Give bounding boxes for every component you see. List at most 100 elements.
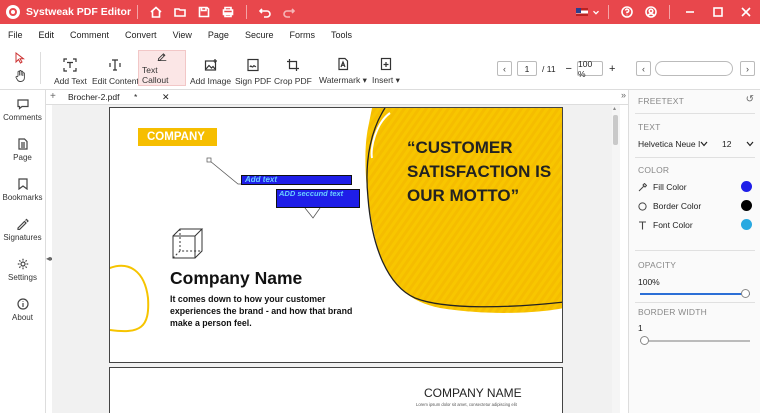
- menu-tools[interactable]: Tools: [323, 30, 360, 40]
- language-flag-icon[interactable]: [576, 8, 588, 16]
- font-size-select[interactable]: 12: [722, 139, 754, 149]
- font-family-select[interactable]: Helvetica Neue I: [638, 139, 708, 149]
- home-icon[interactable]: [145, 0, 167, 24]
- save-icon[interactable]: [193, 0, 215, 24]
- border-color-swatch[interactable]: [741, 200, 752, 211]
- open-folder-icon[interactable]: [169, 0, 191, 24]
- zoom-input[interactable]: 100 %: [576, 59, 603, 79]
- tagline-line: experiences the brand - and how that bra…: [170, 306, 353, 316]
- chevron-down-icon: [700, 141, 708, 147]
- menu-bar: File Edit Comment Convert View Page Secu…: [0, 24, 760, 46]
- callout-leader-1: [209, 160, 243, 185]
- scrollbar-thumb[interactable]: [613, 115, 618, 145]
- menu-secure[interactable]: Secure: [237, 30, 282, 40]
- border-width-slider[interactable]: [640, 336, 750, 345]
- add-text-button[interactable]: Add Text: [51, 50, 90, 86]
- menu-page[interactable]: Page: [200, 30, 237, 40]
- menu-convert[interactable]: Convert: [117, 30, 165, 40]
- title-divider: [137, 5, 139, 19]
- print-icon[interactable]: [217, 0, 239, 24]
- document-tab[interactable]: Brocher-2.pdf * ✕: [62, 90, 192, 105]
- signature-icon: [16, 218, 29, 230]
- help-icon[interactable]: [616, 0, 638, 24]
- sidebar-label: Settings: [8, 273, 37, 282]
- border-width-value: 1: [638, 323, 643, 333]
- maximize-icon[interactable]: [705, 0, 731, 24]
- paint-brush-icon: [638, 182, 647, 191]
- hand-tool-icon[interactable]: [11, 67, 29, 85]
- undo-icon[interactable]: [254, 0, 276, 24]
- close-icon[interactable]: [733, 0, 759, 24]
- page-number-input[interactable]: 1: [517, 61, 537, 76]
- page2-title[interactable]: COMPANY NAME: [424, 386, 522, 400]
- company-tag[interactable]: COMPANY: [138, 128, 217, 146]
- border-width-slider-knob[interactable]: [640, 336, 649, 345]
- font-color-row[interactable]: Font Color: [638, 220, 693, 230]
- collapse-panel-icon[interactable]: »: [621, 90, 626, 100]
- sidebar-item-settings[interactable]: Settings: [0, 250, 45, 290]
- add-image-button[interactable]: Add Image: [187, 50, 234, 86]
- scroll-up-icon[interactable]: ▴: [613, 105, 616, 112]
- watermark-button[interactable]: Watermark ▾: [316, 50, 370, 86]
- sidebar-item-page[interactable]: Page: [0, 130, 45, 170]
- sign-pdf-button[interactable]: Sign PDF: [232, 50, 274, 86]
- text-callout-button[interactable]: Text Callout: [138, 50, 186, 86]
- tab-close-icon[interactable]: ✕: [162, 90, 170, 105]
- font-color-swatch[interactable]: [741, 219, 752, 230]
- sign-pdf-label: Sign PDF: [235, 76, 272, 86]
- opacity-slider-knob[interactable]: [741, 289, 750, 298]
- border-width-section-header: BORDER WIDTH: [638, 307, 707, 317]
- search-next-icon[interactable]: ›: [740, 61, 755, 76]
- pdf-page[interactable]: COMPANY Add text ADD seccund text “CUSTO…: [109, 107, 563, 363]
- sidebar-label: Comments: [3, 113, 42, 122]
- reset-icon[interactable]: ↺: [746, 94, 754, 105]
- zoom-out-icon[interactable]: −: [566, 63, 572, 75]
- fill-color-row[interactable]: Fill Color: [638, 182, 687, 192]
- edit-content-label: Edit Content: [92, 76, 139, 86]
- text-callout-2[interactable]: ADD seccund text: [276, 189, 360, 208]
- cube-icon: [172, 228, 204, 259]
- search-prev-icon[interactable]: ‹: [636, 61, 651, 76]
- insert-button[interactable]: Insert ▾: [369, 50, 403, 86]
- menu-comment[interactable]: Comment: [62, 30, 117, 40]
- callout-handle[interactable]: [206, 157, 212, 163]
- fill-color-swatch[interactable]: [741, 181, 752, 192]
- account-icon[interactable]: [640, 0, 662, 24]
- panel-divider: [635, 113, 755, 114]
- slogan-text[interactable]: “CUSTOMER SATISFACTION IS OUR MOTTO”: [407, 136, 551, 208]
- tagline-text[interactable]: It comes down to how your customer exper…: [170, 293, 352, 329]
- sidebar-label: Signatures: [3, 233, 42, 242]
- menu-edit[interactable]: Edit: [31, 30, 63, 40]
- vertical-scrollbar[interactable]: ▴: [612, 105, 620, 413]
- document-viewer[interactable]: COMPANY Add text ADD seccund text “CUSTO…: [52, 105, 620, 413]
- sidebar-item-comments[interactable]: Comments: [0, 90, 45, 130]
- sidebar-item-about[interactable]: About: [0, 290, 45, 330]
- minimize-icon[interactable]: [677, 0, 703, 24]
- left-sidebar: Comments Page Bookmarks Signatures Setti…: [0, 90, 46, 413]
- sidebar-label: About: [12, 313, 33, 322]
- opacity-section-header: OPACITY: [638, 260, 677, 270]
- sidebar-item-bookmarks[interactable]: Bookmarks: [0, 170, 45, 210]
- app-logo-icon: [6, 5, 20, 19]
- search-input[interactable]: [655, 61, 733, 76]
- menu-view[interactable]: View: [165, 30, 200, 40]
- sidebar-item-signatures[interactable]: Signatures: [0, 210, 45, 250]
- circle-outline-icon: [638, 201, 647, 211]
- crop-pdf-button[interactable]: Crop PDF: [271, 50, 315, 86]
- company-name-heading[interactable]: Company Name: [170, 268, 302, 289]
- menu-forms[interactable]: Forms: [281, 30, 323, 40]
- pdf-page[interactable]: COMPANY NAME Lorem ipsum dolor sit amet,…: [109, 367, 563, 413]
- menu-file[interactable]: File: [0, 30, 31, 40]
- text-callout-1[interactable]: Add text: [241, 175, 352, 185]
- sidebar-label: Page: [13, 153, 32, 162]
- edit-content-button[interactable]: Edit Content: [89, 50, 142, 86]
- new-tab-icon[interactable]: +: [50, 91, 56, 102]
- redo-icon[interactable]: [278, 0, 300, 24]
- chevron-down-icon[interactable]: [591, 0, 601, 24]
- chevron-left-icon[interactable]: ‹: [497, 61, 512, 76]
- border-color-row[interactable]: Border Color: [638, 201, 701, 211]
- chevron-down-icon: [746, 141, 754, 147]
- opacity-slider[interactable]: [640, 289, 750, 298]
- select-cursor-icon[interactable]: [11, 49, 29, 67]
- zoom-in-icon[interactable]: +: [609, 63, 615, 75]
